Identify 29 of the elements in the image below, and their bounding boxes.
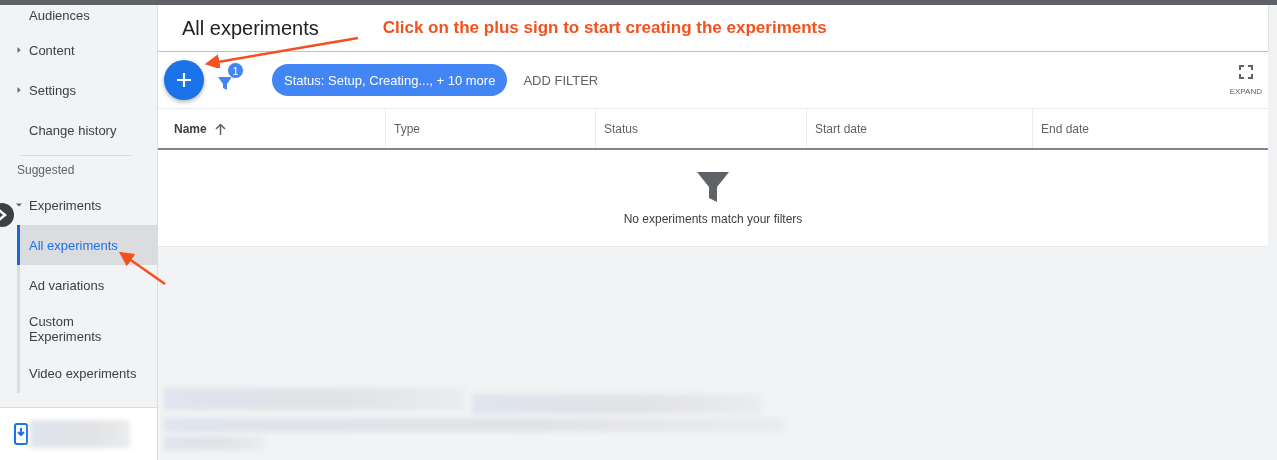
filter-icon	[696, 170, 730, 204]
filter-count-badge: 1	[227, 62, 244, 79]
plus-icon	[176, 72, 192, 88]
empty-message: No experiments match your filters	[623, 212, 803, 226]
expand-button[interactable]: EXPAND	[1229, 64, 1262, 96]
section-label: Suggested	[16, 162, 76, 179]
annotation-text: Click on the plus sign to start creating the experiments	[382, 18, 827, 38]
column-header[interactable]: End date	[1032, 109, 1266, 148]
nav-item[interactable]: Settings	[14, 70, 157, 110]
nav-item[interactable]: Content	[14, 30, 157, 70]
filter-chip[interactable]: Status: Setup, Creating..., + 10 more	[272, 64, 508, 96]
download-app-icon	[14, 423, 28, 445]
filter-button[interactable]: 1	[216, 62, 244, 92]
add-button[interactable]	[164, 60, 204, 100]
column-header[interactable]: Status	[595, 109, 806, 148]
column-header[interactable]: Name	[158, 109, 385, 148]
nav-item[interactable]: Experiments	[14, 185, 157, 225]
page-title: All experiments	[182, 16, 319, 40]
nav-item[interactable]: Audiences	[0, 0, 157, 30]
filter-icon	[216, 74, 234, 92]
chevron-right-icon	[0, 209, 7, 221]
column-header[interactable]: Start date	[806, 109, 1032, 148]
add-filter-button[interactable]: ADD FILTER	[515, 68, 607, 92]
nav-subitem[interactable]: Ad variations	[20, 265, 157, 305]
nav-subitem[interactable]: Custom Experiments	[20, 305, 157, 353]
nav-item[interactable]: Change history	[0, 110, 157, 150]
column-header[interactable]: Type	[385, 109, 595, 148]
nav-subitem[interactable]: Video experiments	[20, 353, 157, 393]
expand-icon	[1238, 64, 1253, 79]
